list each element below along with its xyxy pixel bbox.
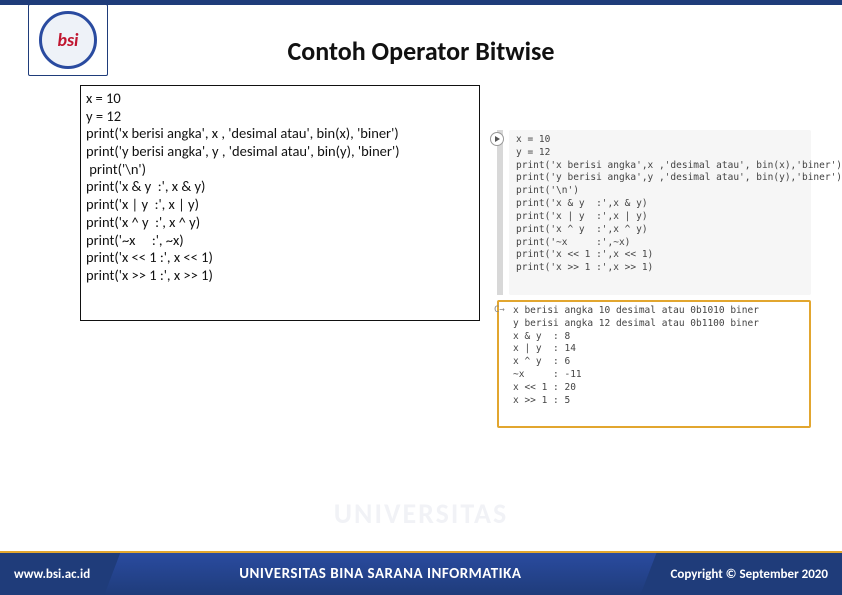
code-line: print('x | y :', x | y) — [86, 196, 474, 214]
footer-center: UNIVERSITAS BINA SARANA INFORMATIKA — [120, 553, 640, 595]
nb-code-line: print('x << 1 :',x << 1) — [516, 249, 804, 262]
nb-code-line: print('y berisi angka',y ,'desimal atau'… — [516, 172, 804, 185]
notebook-output-cell: C→ x berisi angka 10 desimal atau 0b1010… — [497, 300, 811, 428]
nb-out-line: x berisi angka 10 desimal atau 0b1010 bi… — [513, 305, 805, 318]
nb-code-line: print('x | y :',x | y) — [516, 211, 804, 224]
slide: bsi Contoh Operator Bitwise x = 10 y = 1… — [0, 0, 842, 595]
code-line: x = 10 — [86, 90, 474, 108]
notebook-output: x berisi angka 10 desimal atau 0b1010 bi… — [513, 305, 805, 408]
top-edge — [0, 0, 842, 5]
code-line: print('\n') — [86, 161, 474, 179]
nb-code-line: print('x & y :',x & y) — [516, 198, 804, 211]
code-box: x = 10 y = 12 print('x berisi angka', x … — [80, 85, 480, 321]
code-line: print('x << 1 :', x << 1) — [86, 249, 474, 267]
footer-url: www.bsi.ac.id — [0, 553, 120, 595]
code-line: print('y berisi angka', y , 'desimal ata… — [86, 143, 474, 161]
watermark: UNIVERSITAS — [130, 483, 712, 543]
nb-code-line: print('\n') — [516, 185, 804, 198]
code-line: print('x ^ y :', x ^ y) — [86, 214, 474, 232]
nb-out-line: x ^ y : 6 — [513, 356, 805, 369]
output-marker: C→ — [494, 305, 505, 315]
nb-out-line: x >> 1 : 5 — [513, 395, 805, 408]
nb-code-line: print('x berisi angka',x ,'desimal atau'… — [516, 160, 804, 173]
nb-code-line: y = 12 — [516, 147, 804, 160]
page-title: Contoh Operator Bitwise — [0, 35, 842, 67]
footer: www.bsi.ac.id UNIVERSITAS BINA SARANA IN… — [0, 553, 842, 595]
nb-code-line: print('x >> 1 :',x >> 1) — [516, 262, 804, 275]
code-line: y = 12 — [86, 108, 474, 126]
nb-code-line: print('x ^ y :',x ^ y) — [516, 224, 804, 237]
notebook-input-cell: x = 10 y = 12 print('x berisi angka',x ,… — [497, 130, 811, 295]
cell-gutter — [497, 130, 503, 295]
nb-out-line: x | y : 14 — [513, 343, 805, 356]
notebook-code[interactable]: x = 10 y = 12 print('x berisi angka',x ,… — [509, 130, 811, 295]
nb-out-line: x << 1 : 20 — [513, 382, 805, 395]
nb-out-line: x & y : 8 — [513, 331, 805, 344]
footer-copyright: Copyright © September 2020 — [640, 553, 842, 595]
code-line: print('x >> 1 :', x >> 1) — [86, 267, 474, 285]
nb-code-line: x = 10 — [516, 134, 804, 147]
nb-out-line: ~x : -11 — [513, 369, 805, 382]
code-line: print('x berisi angka', x , 'desimal ata… — [86, 125, 474, 143]
code-line: print('x & y :', x & y) — [86, 178, 474, 196]
nb-code-line: print('~x :',~x) — [516, 237, 804, 250]
code-line: print('~x :', ~x) — [86, 232, 474, 250]
run-cell-icon[interactable] — [490, 132, 504, 146]
nb-out-line: y berisi angka 12 desimal atau 0b1100 bi… — [513, 318, 805, 331]
